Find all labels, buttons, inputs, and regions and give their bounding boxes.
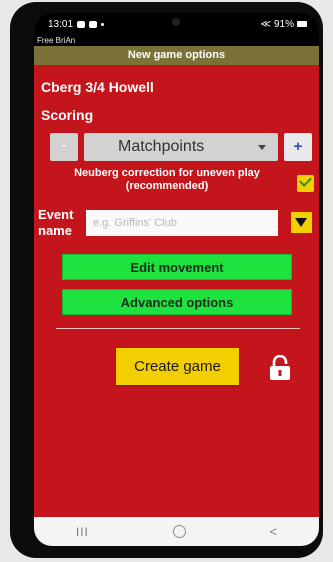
page-title: New game options [34,46,319,65]
recent-apps-button[interactable]: III [76,525,89,539]
status-left: 13:01 [48,18,105,30]
divider [56,328,300,329]
advanced-options-button[interactable]: Advanced options [62,289,292,315]
back-button[interactable]: < [270,524,278,539]
checkmark-icon [299,174,312,187]
home-button[interactable] [172,525,186,538]
event-label-line1: Event [38,207,74,222]
notification-icon [77,20,86,28]
battery-percent: 91% [273,18,294,30]
status-time: 13:01 [48,18,74,30]
android-nav-bar: III < [34,517,319,546]
app-screen: 13:01 ≪ 91% Free BriAn New game options … [34,13,319,546]
scoring-plus-button[interactable]: + [284,133,312,161]
options-panel: Cberg 3/4 Howell Scoring - Matchpoints +… [34,65,319,495]
signal-icon: ≪ [260,18,271,30]
app-name: Free BriAn [34,35,319,46]
edit-movement-button[interactable]: Edit movement [62,254,292,280]
triangle-down-icon [295,218,307,227]
battery-icon [297,21,307,27]
neuberg-label: Neuberg correction for uneven play (reco… [74,167,260,192]
scoring-label: Scoring [41,107,94,123]
camera-icon [172,18,180,26]
neuberg-checkbox[interactable] [297,174,314,192]
scoring-select[interactable]: Matchpoints [84,133,278,161]
movement-name: Cberg 3/4 Howell [41,79,154,95]
app-notification-icon [89,20,98,28]
scoring-selected-value: Matchpoints [118,138,205,155]
event-label-line2: name [38,223,72,238]
create-game-button[interactable]: Create game [116,348,239,385]
status-right: ≪ 91% [261,19,307,30]
event-name-input[interactable] [86,210,278,236]
chevron-down-icon [258,145,266,150]
event-dropdown-button[interactable] [291,212,312,233]
status-bar: 13:01 ≪ 91% [34,13,319,35]
lock-icon[interactable] [268,355,292,381]
event-name-label: Event name [38,207,73,239]
scoring-minus-button[interactable]: - [50,133,78,161]
more-notifications-icon [101,22,105,26]
